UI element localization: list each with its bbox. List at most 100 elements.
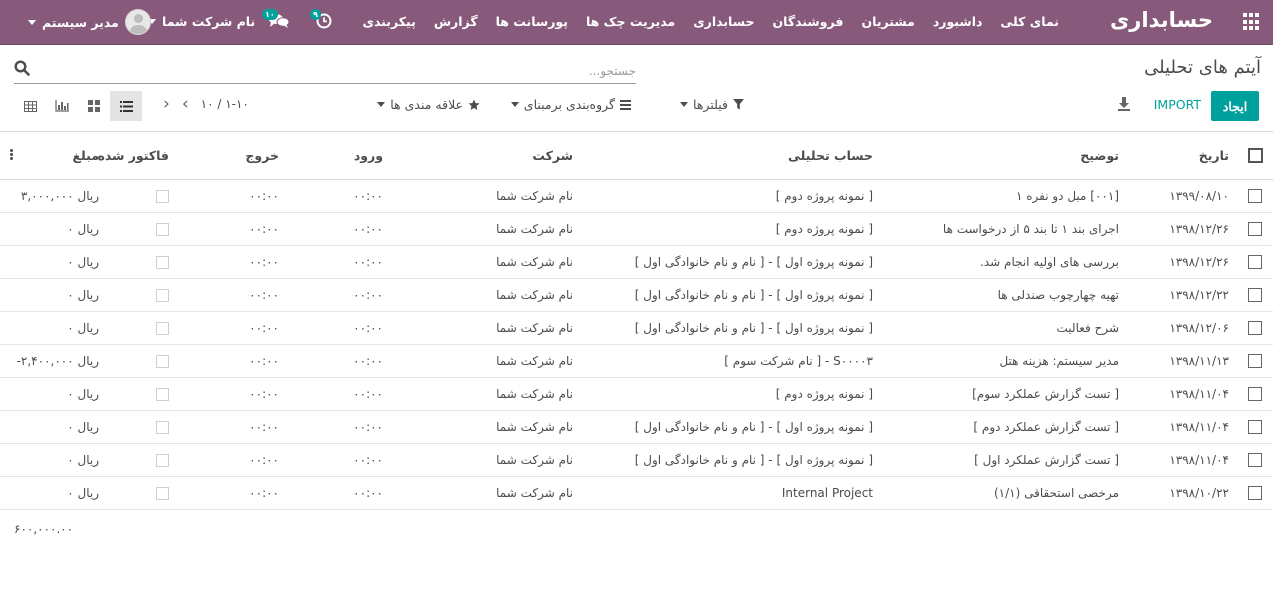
cell-account: [ نمونه پروژه اول ] - [ نام و نام خانواد… bbox=[581, 410, 881, 444]
apps-menu-icon[interactable] bbox=[1241, 13, 1259, 31]
search-icon[interactable] bbox=[14, 60, 30, 76]
cell-description: [ تست گزارش عملکرد سوم] bbox=[881, 377, 1127, 411]
column-header-account[interactable]: حساب تحلیلی bbox=[581, 132, 881, 180]
menu-item-cheques[interactable]: مدیریت چک ها bbox=[577, 14, 684, 29]
amount-value: ۰ ریال bbox=[67, 320, 99, 335]
cell-description: بررسی های اولیه انجام شد. bbox=[881, 245, 1127, 279]
cell-company: نام شرکت شما bbox=[391, 410, 581, 444]
cell-amount: ۰ ریال bbox=[0, 443, 107, 477]
pager-value[interactable]: ۱-۱۰ / ۱۰ bbox=[201, 97, 249, 111]
cell-account: [ نمونه پروژه دوم ] bbox=[581, 377, 881, 411]
menu-item-accounting[interactable]: حسابداری bbox=[684, 14, 763, 29]
column-header-out[interactable]: خروج bbox=[177, 132, 287, 180]
cell-description: اجرای بند ۱ تا بند ۵ از درخواست ها bbox=[881, 212, 1127, 246]
row-checkbox[interactable] bbox=[1248, 221, 1262, 236]
row-checkbox[interactable] bbox=[1248, 452, 1262, 467]
pivot-view-button[interactable] bbox=[14, 91, 46, 121]
amount-value: ۰ ریال bbox=[67, 221, 99, 236]
cell-company: نام شرکت شما bbox=[391, 278, 581, 312]
menu-item-reporting[interactable]: گزارش bbox=[425, 14, 487, 29]
user-name: مدیر سیستم bbox=[42, 14, 119, 30]
chevron-down-icon bbox=[680, 102, 689, 107]
cell-account: S۰۰۰۰۳ - [ نام شرکت سوم ] bbox=[581, 344, 881, 378]
graph-view-button[interactable] bbox=[46, 91, 78, 121]
table-row[interactable]: ۱۳۹۸/۱۲/۲۶ بررسی های اولیه انجام شد. [ ن… bbox=[0, 245, 1273, 279]
row-select-cell bbox=[1237, 311, 1273, 345]
table-row[interactable]: ۱۳۹۸/۱۱/۰۴ [ تست گزارش عملکرد سوم] [ نمو… bbox=[0, 377, 1273, 411]
filters-label: فیلترها bbox=[693, 97, 728, 112]
table-row[interactable]: ۱۳۹۸/۱۰/۲۲ مرخصی استحقاقی (۱/۱) Internal… bbox=[0, 476, 1273, 510]
cell-account: [ نمونه پروژه دوم ] bbox=[581, 179, 881, 213]
menu-item-overview[interactable]: نمای کلی bbox=[991, 14, 1068, 29]
table-row[interactable]: ۱۳۹۸/۱۲/۰۶ شرح فعالیت [ نمونه پروژه اول … bbox=[0, 311, 1273, 345]
table-row[interactable]: ۱۳۹۹/۰۸/۱۰ [۰۰۱] مبل دو نفره ۱ [ نمونه پ… bbox=[0, 179, 1273, 213]
table-row[interactable]: ۱۳۹۸/۱۲/۲۲ تهیه چهارچوب صندلی ها [ نمونه… bbox=[0, 278, 1273, 312]
star-icon bbox=[468, 99, 480, 110]
search-input[interactable] bbox=[46, 60, 636, 82]
column-header-in[interactable]: ورود bbox=[287, 132, 391, 180]
menu-item-customers[interactable]: مشتریان bbox=[852, 14, 923, 29]
amount-value: ۰ ریال bbox=[67, 485, 99, 500]
cell-description: شرح فعالیت bbox=[881, 311, 1127, 345]
table-row[interactable]: ۱۳۹۸/۱۲/۲۶ اجرای بند ۱ تا بند ۵ از درخوا… bbox=[0, 212, 1273, 246]
activities-button[interactable]: ۹ bbox=[310, 9, 332, 33]
row-checkbox[interactable] bbox=[1248, 485, 1262, 500]
row-checkbox[interactable] bbox=[1248, 254, 1262, 269]
row-checkbox[interactable] bbox=[1248, 188, 1262, 203]
row-checkbox[interactable] bbox=[1248, 419, 1262, 434]
menu-item-commissions[interactable]: پورسانت ها bbox=[487, 14, 577, 29]
menu-item-vendors[interactable]: فروشندگان bbox=[763, 14, 852, 29]
kanban-view-button[interactable] bbox=[78, 91, 110, 121]
column-header-invoiced[interactable]: فاکتور شده bbox=[97, 132, 177, 180]
row-checkbox[interactable] bbox=[1248, 287, 1262, 302]
user-menu[interactable]: مدیر سیستم bbox=[28, 9, 151, 35]
optional-columns-icon[interactable] bbox=[10, 148, 13, 161]
column-header-description[interactable]: توضیح bbox=[881, 132, 1127, 180]
list-view: تاریخ توضیح حساب تحلیلی شرکت ورود خروج ف… bbox=[0, 131, 1273, 510]
favorites-label: علاقه مندی ها bbox=[390, 97, 463, 112]
cell-company: نام شرکت شما bbox=[391, 245, 581, 279]
table-row[interactable]: ۱۳۹۸/۱۱/۰۴ [ تست گزارش عملکرد اول ] [ نم… bbox=[0, 443, 1273, 477]
amount-value: ۰ ریال bbox=[67, 386, 99, 401]
cell-company: نام شرکت شما bbox=[391, 179, 581, 213]
column-header-company[interactable]: شرکت bbox=[391, 132, 581, 180]
cell-out: ۰۰:۰۰ bbox=[177, 278, 287, 312]
page-title: آیتم های تحلیلی bbox=[1144, 57, 1261, 78]
filters-dropdown[interactable]: فیلترها bbox=[680, 97, 744, 112]
row-checkbox[interactable] bbox=[1248, 320, 1262, 335]
column-header-amount[interactable]: مبلغ bbox=[73, 148, 99, 163]
menu-item-configuration[interactable]: پیکربندی bbox=[353, 14, 424, 29]
select-all-checkbox[interactable] bbox=[1247, 148, 1263, 164]
table-row[interactable]: ۱۳۹۸/۱۱/۰۴ [ تست گزارش عملکرد دوم ] [ نم… bbox=[0, 410, 1273, 444]
chevron-right-icon[interactable]: › bbox=[182, 96, 189, 113]
create-button[interactable]: ایجاد bbox=[1211, 91, 1259, 121]
table-row[interactable]: ۱۳۹۸/۱۱/۱۳ مدیر سیستم: هزینه هتل S۰۰۰۰۳ … bbox=[0, 344, 1273, 378]
cell-date: ۱۳۹۸/۱۱/۰۴ bbox=[1127, 443, 1237, 477]
cell-invoiced bbox=[107, 179, 177, 213]
cell-description: مدیر سیستم: هزینه هتل bbox=[881, 344, 1127, 378]
favorites-dropdown[interactable]: علاقه مندی ها bbox=[377, 97, 480, 112]
chevron-down-icon bbox=[510, 102, 519, 107]
column-header-date[interactable]: تاریخ bbox=[1127, 132, 1237, 180]
chevron-left-icon[interactable]: ‹ bbox=[163, 96, 170, 113]
cell-amount: ۰ ریال bbox=[0, 212, 107, 246]
groupby-dropdown[interactable]: گروه‌بندی برمبنای bbox=[510, 97, 631, 112]
cell-in: ۰۰:۰۰ bbox=[287, 410, 391, 444]
download-icon[interactable] bbox=[1117, 96, 1131, 112]
menu-item-dashboard[interactable]: داشبورد bbox=[924, 14, 992, 29]
company-switcher[interactable]: نام شرکت شما bbox=[148, 14, 255, 29]
cell-invoiced bbox=[107, 212, 177, 246]
view-switcher bbox=[14, 91, 142, 121]
cell-amount: ۳,۰۰۰,۰۰۰ ریال bbox=[0, 179, 107, 213]
cell-amount: ۰ ریال bbox=[0, 410, 107, 444]
import-button[interactable]: IMPORT bbox=[1154, 97, 1201, 112]
cell-out: ۰۰:۰۰ bbox=[177, 410, 287, 444]
row-select-cell bbox=[1237, 212, 1273, 246]
row-select-cell bbox=[1237, 410, 1273, 444]
messages-button[interactable]: ۱۰ bbox=[262, 9, 290, 33]
row-checkbox[interactable] bbox=[1248, 386, 1262, 401]
row-checkbox[interactable] bbox=[1248, 353, 1262, 368]
amount-value: -۲,۴۰۰,۰۰۰ ریال bbox=[16, 353, 99, 368]
list-view-button[interactable] bbox=[110, 91, 142, 121]
cell-company: نام شرکت شما bbox=[391, 344, 581, 378]
